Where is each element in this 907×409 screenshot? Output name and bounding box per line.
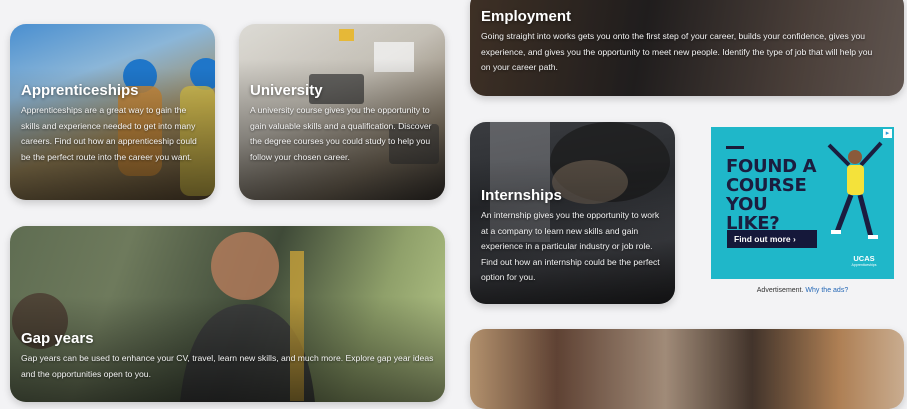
card-internships[interactable]: Internships An internship gives you the … <box>470 122 675 304</box>
ad-caption-text: Advertisement. <box>756 287 804 294</box>
card-apprenticeships[interactable]: Apprenticeships Apprenticeships are a gr… <box>10 24 215 200</box>
brand-name: UCAS <box>853 254 875 263</box>
card-title: Gap years <box>21 330 94 347</box>
card-description: Apprenticeships are a great way to gain … <box>21 105 197 162</box>
card-description: A university course gives you the opport… <box>250 105 432 162</box>
why-the-ads-link[interactable]: Why the ads? <box>805 287 848 294</box>
advertisement-banner[interactable]: ▸ FOUND A COURSE YOU LIKE? Find out more… <box>711 127 894 279</box>
jumping-person-illustration <box>827 141 883 239</box>
brand-sub: Apprenticeships <box>851 263 877 267</box>
card-description: Going straight into works gets you onto … <box>481 31 873 72</box>
card-title: Apprenticeships <box>21 82 139 99</box>
headline-dash <box>726 146 744 149</box>
card-university[interactable]: University A university course gives you… <box>239 24 445 200</box>
card-employment[interactable]: Employment Going straight into works get… <box>470 0 904 96</box>
ad-caption: Advertisement. Why the ads? <box>711 287 894 294</box>
card-title: Employment <box>481 8 572 25</box>
ucas-logo: UCAS Apprenticeships <box>847 255 881 268</box>
card-partial-bottom[interactable] <box>470 329 904 409</box>
card-title: University <box>250 82 323 99</box>
find-out-more-button[interactable]: Find out more › <box>727 230 817 248</box>
card-description: An internship gives you the opportunity … <box>481 210 660 282</box>
card-description: Gap years can be used to enhance your CV… <box>21 353 434 379</box>
ad-headline: FOUND A COURSE YOU LIKE? <box>726 156 817 234</box>
card-gap-years[interactable]: Gap years Gap years can be used to enhan… <box>10 226 445 402</box>
card-title: Internships <box>481 187 562 204</box>
